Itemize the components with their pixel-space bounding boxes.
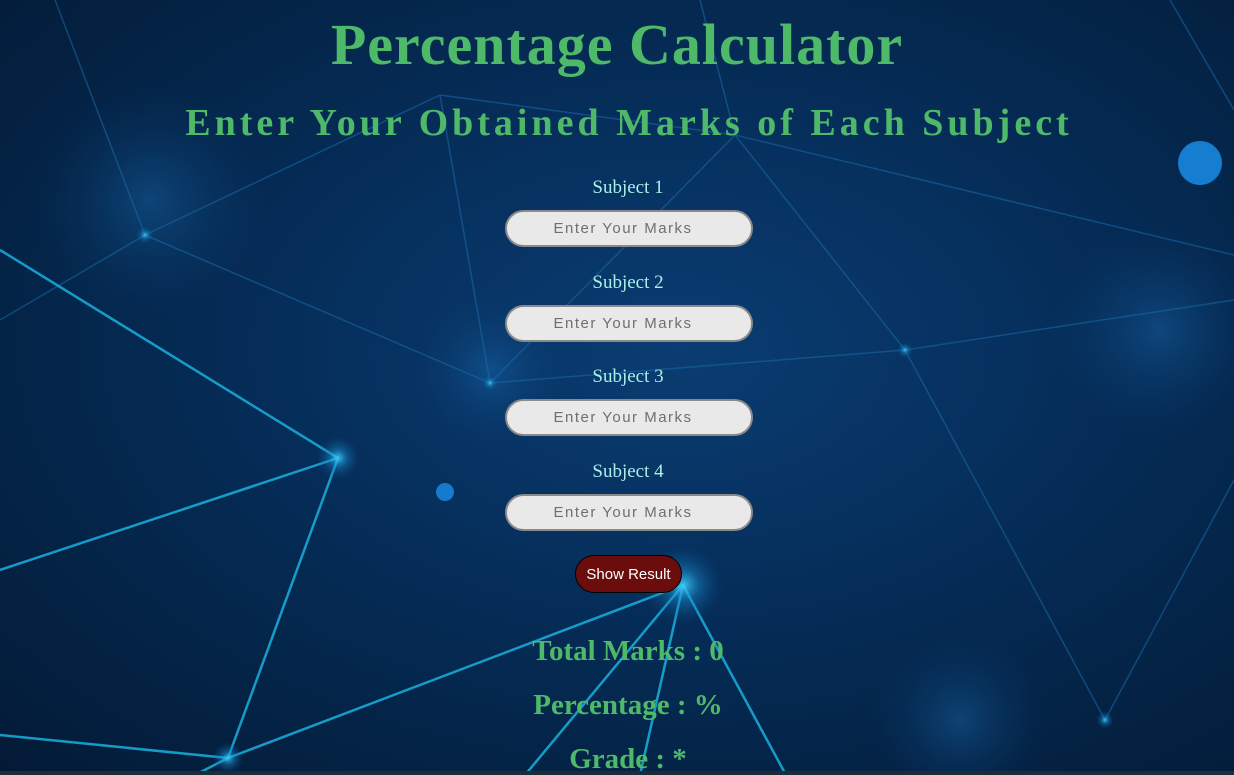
subject-2-label: Subject 2 xyxy=(592,272,664,293)
subject-3-marks-input[interactable] xyxy=(505,399,753,436)
show-result-button[interactable]: Show Result xyxy=(575,555,682,593)
subject-1-label: Subject 1 xyxy=(592,177,664,198)
subject-1-marks-input[interactable] xyxy=(505,210,753,247)
horizontal-scrollbar[interactable] xyxy=(0,771,1234,775)
subject-3-label: Subject 3 xyxy=(592,366,664,387)
subject-4-label: Subject 4 xyxy=(592,461,664,482)
total-marks-result: Total Marks : 0 xyxy=(532,635,724,667)
grade-result: Grade : * xyxy=(569,743,687,775)
page-subtitle: Enter Your Obtained Marks of Each Subjec… xyxy=(185,102,1073,144)
subject-4-marks-input[interactable] xyxy=(505,494,753,531)
subject-2-marks-input[interactable] xyxy=(505,305,753,342)
percentage-result: Percentage : % xyxy=(533,689,723,721)
calculator-panel: Percentage Calculator Enter Your Obtaine… xyxy=(0,0,1234,775)
page-title: Percentage Calculator xyxy=(330,12,904,77)
